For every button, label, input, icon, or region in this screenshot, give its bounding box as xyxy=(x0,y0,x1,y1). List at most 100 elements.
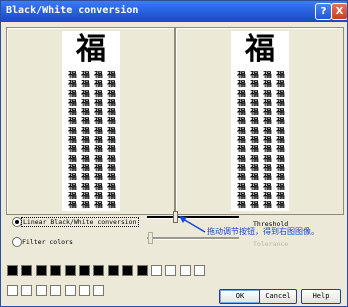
filter-colors-radio[interactable] xyxy=(12,237,22,247)
glyph-cell: 福 xyxy=(263,117,272,127)
glyph-cell: 福 xyxy=(276,154,285,164)
glyph-cell: 福 xyxy=(276,126,285,136)
glyph-cell: 福 xyxy=(237,154,246,164)
glyph-cell: 福 xyxy=(81,126,90,136)
glyph-cell: 福 xyxy=(237,117,246,127)
glyph-cell: 福 xyxy=(263,71,272,80)
glyph-cell: 福 xyxy=(276,108,285,118)
color-swatch[interactable] xyxy=(179,265,191,276)
color-swatch[interactable] xyxy=(165,265,177,276)
glyph-cell: 福 xyxy=(94,163,103,173)
filter-colors-label[interactable]: Filter colors xyxy=(22,238,73,246)
original-preview-panel: 福 福福福福福福福福福福福福福福福福福福福福福福福福福福福福福福福福福福福福福福… xyxy=(6,27,175,215)
glyph-cell: 福 xyxy=(263,89,272,99)
color-swatch[interactable] xyxy=(136,265,148,276)
color-swatch[interactable] xyxy=(107,265,119,276)
original-image: 福 福福福福福福福福福福福福福福福福福福福福福福福福福福福福福福福福福福福福福福… xyxy=(62,31,120,211)
glyph-cell: 福 xyxy=(81,145,90,155)
big-fu-glyph: 福 xyxy=(76,32,106,67)
glyph-cell: 福 xyxy=(107,136,116,146)
glyph-cell: 福 xyxy=(250,145,259,155)
window-title: Black/White conversion xyxy=(6,5,139,16)
help-button[interactable]: Help xyxy=(301,289,341,304)
glyph-cell: 福 xyxy=(276,136,285,146)
glyph-cell: 福 xyxy=(250,71,259,80)
color-swatch[interactable] xyxy=(21,265,33,276)
glyph-cell: 福 xyxy=(107,201,116,211)
glyph-cell: 福 xyxy=(250,108,259,118)
glyph-cell: 福 xyxy=(81,191,90,201)
glyph-cell: 福 xyxy=(68,108,77,118)
glyph-cell: 福 xyxy=(237,163,246,173)
title-bar[interactable]: Black/White conversion ? X xyxy=(1,1,347,22)
glyph-cell: 福 xyxy=(237,126,246,136)
color-swatch[interactable] xyxy=(64,265,76,276)
glyph-cell: 福 xyxy=(81,117,90,127)
tolerance-slider-thumb[interactable] xyxy=(148,232,153,244)
glyph-cell: 福 xyxy=(68,154,77,164)
glyph-cell: 福 xyxy=(68,173,77,183)
help-title-button[interactable]: ? xyxy=(315,3,332,20)
glyph-cell: 福 xyxy=(237,108,246,118)
color-swatch[interactable] xyxy=(35,285,47,296)
glyph-cell: 福 xyxy=(107,145,116,155)
tolerance-slider[interactable] xyxy=(147,237,239,240)
color-swatch[interactable] xyxy=(7,265,18,276)
glyph-cell: 福 xyxy=(237,201,246,211)
glyph-cell: 福 xyxy=(276,173,285,183)
glyph-cell: 福 xyxy=(81,136,90,146)
glyph-cell: 福 xyxy=(250,126,259,136)
linear-conversion-label[interactable]: Linear Black/White conversion xyxy=(21,217,139,227)
glyph-cell: 福 xyxy=(276,201,285,211)
glyph-cell: 福 xyxy=(94,145,103,155)
glyph-cell: 福 xyxy=(263,154,272,164)
glyph-cell: 福 xyxy=(68,182,77,192)
glyph-cell: 福 xyxy=(81,173,90,183)
glyph-cell: 福 xyxy=(107,126,116,136)
color-swatch[interactable] xyxy=(7,285,18,296)
glyph-cell: 福 xyxy=(68,80,77,90)
color-swatch[interactable] xyxy=(93,265,105,276)
converted-image: 福 福福福福福福福福福福福福福福福福福福福福福福福福福福福福福福福福福福福福福福… xyxy=(231,31,289,211)
color-swatch[interactable] xyxy=(50,265,62,276)
close-button[interactable]: X xyxy=(331,3,347,20)
glyph-cell: 福 xyxy=(250,163,259,173)
glyph-cell: 福 xyxy=(94,201,103,211)
glyph-cell: 福 xyxy=(107,154,116,164)
glyph-cell: 福 xyxy=(263,163,272,173)
color-swatch[interactable] xyxy=(151,265,162,276)
color-swatch[interactable] xyxy=(93,285,105,296)
glyph-cell: 福 xyxy=(250,182,259,192)
color-swatch[interactable] xyxy=(64,285,76,296)
glyph-cell: 福 xyxy=(68,145,77,155)
ok-button[interactable]: OK xyxy=(219,289,261,304)
color-swatch[interactable] xyxy=(122,265,134,276)
big-fu-glyph: 福 xyxy=(245,32,275,67)
color-swatch[interactable] xyxy=(35,265,47,276)
glyph-cell: 福 xyxy=(68,136,77,146)
linear-conversion-radio[interactable] xyxy=(12,217,22,227)
glyph-cell: 福 xyxy=(276,80,285,90)
color-swatch[interactable] xyxy=(194,265,206,276)
color-swatch[interactable] xyxy=(50,285,62,296)
glyph-cell: 福 xyxy=(107,89,116,99)
glyph-cell: 福 xyxy=(94,71,103,80)
glyph-cell: 福 xyxy=(94,191,103,201)
color-swatch[interactable] xyxy=(79,265,90,276)
glyph-cell: 福 xyxy=(68,163,77,173)
glyph-cell: 福 xyxy=(81,80,90,90)
converted-preview-panel: 福 福福福福福福福福福福福福福福福福福福福福福福福福福福福福福福福福福福福福福福… xyxy=(175,27,344,215)
cancel-button[interactable]: Cancel xyxy=(259,289,297,304)
glyph-grid: 福福福福福福福福福福福福福福福福福福福福福福福福福福福福福福福福福福福福福福福福… xyxy=(235,71,287,210)
glyph-cell: 福 xyxy=(81,108,90,118)
glyph-cell: 福 xyxy=(263,80,272,90)
glyph-cell: 福 xyxy=(94,154,103,164)
glyph-cell: 福 xyxy=(276,145,285,155)
color-swatch[interactable] xyxy=(79,285,90,296)
glyph-cell: 福 xyxy=(263,182,272,192)
color-swatch[interactable] xyxy=(21,285,33,296)
glyph-cell: 福 xyxy=(276,117,285,127)
glyph-cell: 福 xyxy=(81,71,90,80)
glyph-cell: 福 xyxy=(81,163,90,173)
glyph-cell: 福 xyxy=(250,136,259,146)
